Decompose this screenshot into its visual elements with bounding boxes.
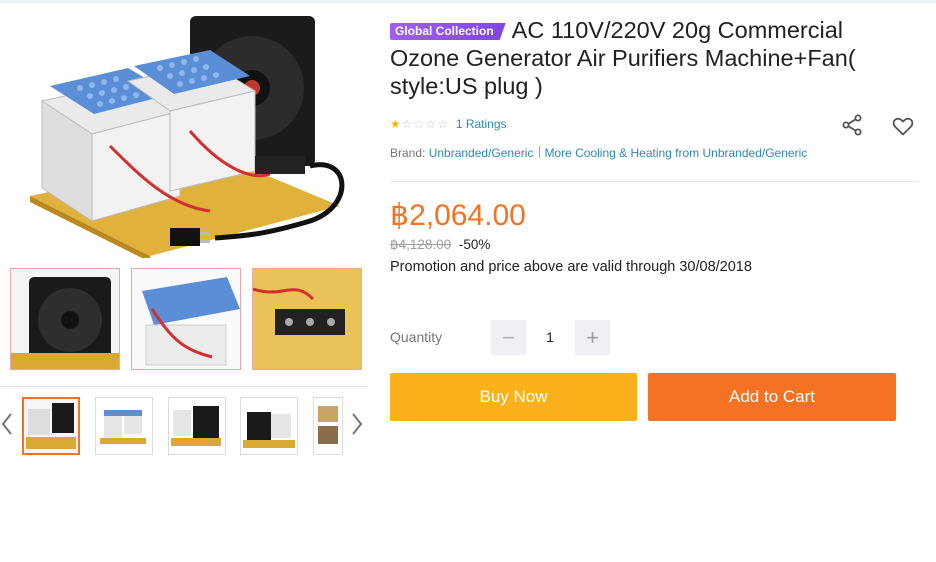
info-divider <box>390 181 918 182</box>
discount-percent: -50% <box>458 237 491 252</box>
current-price: ฿2,064.00 <box>390 199 526 232</box>
thumbnail-carousel <box>0 396 368 456</box>
preview-image-fan[interactable] <box>10 268 120 370</box>
thumbnail-2[interactable] <box>95 397 153 455</box>
quantity-decrease-button[interactable]: − <box>491 320 526 355</box>
top-border <box>0 0 936 3</box>
star-icon-empty: ☆ <box>425 117 437 131</box>
main-product-image[interactable] <box>10 6 366 258</box>
add-to-cart-button[interactable]: Add to Cart <box>648 373 896 421</box>
rating-stars: ★ ☆ ☆ ☆ ☆ <box>390 118 448 130</box>
image-preview-row <box>10 268 366 372</box>
heart-icon[interactable] <box>891 114 915 138</box>
thumbnail-3[interactable] <box>168 397 226 455</box>
share-icon[interactable] <box>840 113 864 137</box>
rating-row: ★ ☆ ☆ ☆ ☆ 1 Ratings <box>390 116 507 132</box>
thumbnail-5[interactable] <box>313 397 343 455</box>
more-from-brand-link[interactable]: More Cooling & Heating from Unbranded/Ge… <box>544 146 807 160</box>
preview-image-plate[interactable] <box>131 268 241 370</box>
chevron-left-icon[interactable] <box>0 410 14 438</box>
original-price-row: ฿4,128.00 -50% <box>390 237 490 253</box>
preview-image-terminal[interactable] <box>252 268 362 370</box>
gallery-divider <box>0 386 368 387</box>
star-icon-empty: ☆ <box>413 117 425 131</box>
thumbnail-1[interactable] <box>22 397 80 455</box>
brand-link[interactable]: Unbranded/Generic <box>429 146 534 160</box>
star-icon-empty: ☆ <box>437 117 448 131</box>
promotion-validity-text: Promotion and price above are valid thro… <box>390 259 752 275</box>
quantity-label: Quantity <box>390 329 443 345</box>
global-collection-badge: Global Collection <box>390 23 506 40</box>
quantity-value[interactable]: 1 <box>528 320 572 355</box>
product-title-block: Global Collection AC 110V/220V 20g Commer… <box>390 16 880 100</box>
brand-divider <box>539 146 541 158</box>
star-icon-filled: ★ <box>390 117 401 131</box>
original-price: ฿4,128.00 <box>390 237 452 252</box>
brand-row: Brand: Unbranded/Generic More Cooling & H… <box>390 146 807 160</box>
brand-label: Brand: <box>390 146 426 160</box>
quantity-increase-button[interactable]: + <box>575 320 610 355</box>
chevron-right-icon[interactable] <box>350 410 364 438</box>
thumbnail-4[interactable] <box>240 397 298 455</box>
ratings-count-link[interactable]: 1 Ratings <box>456 117 507 131</box>
star-icon-empty: ☆ <box>401 117 413 131</box>
buy-now-button[interactable]: Buy Now <box>390 373 637 421</box>
